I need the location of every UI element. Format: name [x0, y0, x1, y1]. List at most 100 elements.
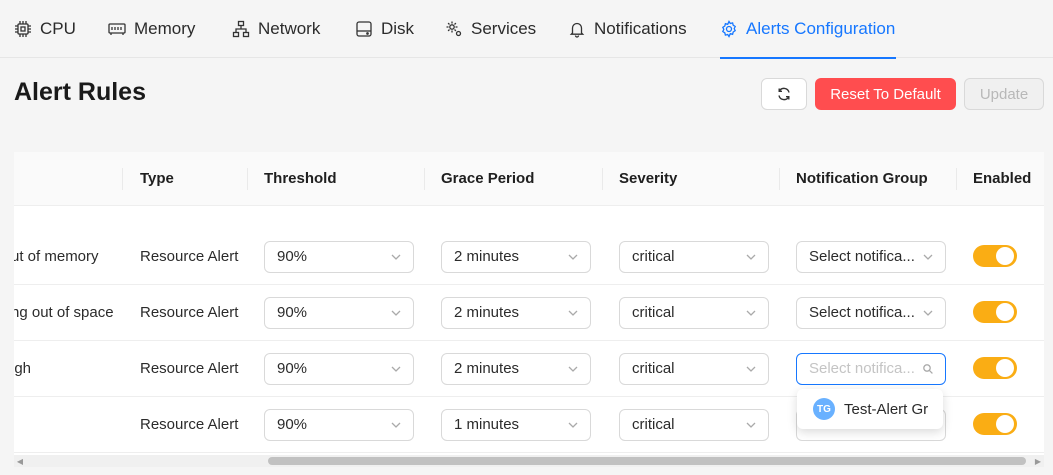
chevron-down-icon — [389, 410, 403, 440]
threshold-select[interactable]: 90% — [264, 409, 414, 441]
grace-period-select[interactable]: 1 minutes — [441, 409, 591, 441]
chevron-down-icon — [389, 298, 403, 328]
threshold-value: 90% — [277, 248, 308, 265]
column-header-threshold: Threshold — [264, 170, 337, 187]
tab-label: CPU — [40, 19, 76, 38]
dropdown-option-label: Test-Alert Gr — [844, 400, 929, 418]
scroll-right-icon[interactable]: ▶ — [1032, 455, 1044, 467]
tab-memory[interactable]: Memory — [108, 0, 195, 58]
column-divider — [247, 168, 248, 190]
severity-value: critical — [632, 416, 675, 433]
cpu-icon — [14, 20, 32, 38]
update-button[interactable]: Update — [964, 78, 1044, 110]
gear-icon — [720, 20, 738, 38]
alert-type: Resource Alert — [140, 248, 239, 265]
alert-name: ut of memory — [14, 248, 99, 265]
threshold-select[interactable]: 90% — [264, 297, 414, 329]
column-header-type: Type — [140, 170, 174, 187]
chevron-down-icon — [921, 298, 935, 328]
alert-type: Resource Alert — [140, 416, 239, 433]
column-divider — [424, 168, 425, 190]
column-divider — [602, 168, 603, 190]
chevron-down-icon — [389, 242, 403, 272]
tab-label: Network — [258, 19, 321, 38]
notification-group-search-input[interactable]: Select notifica... — [809, 360, 915, 377]
severity-value: critical — [632, 360, 675, 377]
column-divider — [122, 168, 123, 190]
grace-period-value: 1 minutes — [454, 416, 520, 433]
alert-name: igh — [14, 360, 32, 377]
threshold-value: 90% — [277, 304, 308, 321]
avatar: TG — [813, 398, 835, 420]
column-header-notification-group: Notification Group — [796, 170, 928, 187]
reset-to-default-button[interactable]: Reset To Default — [815, 78, 956, 110]
dropdown-option[interactable]: TG Test-Alert Gr — [801, 393, 939, 425]
notification-group-select[interactable]: Select notifica... — [796, 353, 946, 385]
column-divider — [956, 168, 957, 190]
tab-label: Notifications — [594, 19, 687, 38]
tab-services[interactable]: Services — [445, 0, 536, 58]
tab-network[interactable]: Network — [232, 0, 320, 58]
grace-period-value: 2 minutes — [454, 304, 520, 321]
table-row: ng out of space Resource Alert 90% 2 min… — [14, 285, 1044, 341]
tab-bar: CPU Memory Network Disk Services Notific… — [0, 0, 1053, 59]
grace-period-select[interactable]: 2 minutes — [441, 241, 591, 273]
alert-name: ng out of space — [14, 304, 114, 321]
toggle-knob — [996, 359, 1014, 377]
notification-group-dropdown: TG Test-Alert Gr — [797, 389, 943, 429]
alert-type: Resource Alert — [140, 304, 239, 321]
page-title: Alert Rules — [14, 78, 146, 106]
grace-period-value: 2 minutes — [454, 248, 520, 265]
enabled-toggle[interactable] — [973, 301, 1017, 323]
notification-group-placeholder: Select notifica... — [809, 248, 915, 265]
severity-select[interactable]: critical — [619, 297, 769, 329]
threshold-select[interactable]: 90% — [264, 241, 414, 273]
services-icon — [445, 20, 463, 38]
chevron-down-icon — [566, 298, 580, 328]
tab-disk[interactable]: Disk — [355, 0, 414, 58]
severity-select[interactable]: critical — [619, 409, 769, 441]
grace-period-value: 2 minutes — [454, 360, 520, 377]
scrollbar-thumb[interactable] — [268, 457, 1026, 465]
bell-icon — [568, 20, 586, 38]
alert-type: Resource Alert — [140, 360, 239, 377]
chevron-down-icon — [744, 410, 758, 440]
column-header-enabled: Enabled — [973, 170, 1032, 187]
threshold-value: 90% — [277, 416, 308, 433]
disk-icon — [355, 20, 373, 38]
notification-group-placeholder: Select notifica... — [809, 304, 915, 321]
threshold-select[interactable]: 90% — [264, 353, 414, 385]
horizontal-scrollbar[interactable]: ◀ ▶ — [14, 455, 1044, 467]
tab-label: Services — [471, 19, 537, 38]
notification-group-select[interactable]: Select notifica... — [796, 241, 946, 273]
tab-label: Disk — [381, 19, 415, 38]
enabled-toggle[interactable] — [973, 245, 1017, 267]
severity-value: critical — [632, 248, 675, 265]
tab-notifications[interactable]: Notifications — [568, 0, 687, 58]
chevron-down-icon — [566, 354, 580, 384]
severity-select[interactable]: critical — [619, 353, 769, 385]
tab-label: Alerts Configuration — [746, 19, 896, 38]
tab-cpu[interactable]: CPU — [14, 0, 76, 58]
refresh-button[interactable] — [761, 78, 807, 110]
toggle-knob — [996, 303, 1014, 321]
table-row: ut of memory Resource Alert 90% 2 minute… — [14, 229, 1044, 285]
tab-label: Memory — [134, 19, 196, 38]
chevron-down-icon — [921, 242, 935, 272]
table-header: Type Threshold Grace Period Severity Not… — [14, 152, 1044, 206]
chevron-down-icon — [566, 242, 580, 272]
grace-period-select[interactable]: 2 minutes — [441, 353, 591, 385]
severity-select[interactable]: critical — [619, 241, 769, 273]
tab-alerts-configuration[interactable]: Alerts Configuration — [720, 0, 896, 59]
toggle-knob — [996, 415, 1014, 433]
scroll-left-icon[interactable]: ◀ — [14, 455, 26, 467]
enabled-toggle[interactable] — [973, 357, 1017, 379]
column-header-grace-period: Grace Period — [441, 170, 535, 187]
notification-group-select[interactable]: Select notifica... — [796, 297, 946, 329]
grace-period-select[interactable]: 2 minutes — [441, 297, 591, 329]
threshold-value: 90% — [277, 360, 308, 377]
enabled-toggle[interactable] — [973, 413, 1017, 435]
chevron-down-icon — [744, 242, 758, 272]
toggle-knob — [996, 247, 1014, 265]
refresh-icon — [776, 86, 792, 102]
